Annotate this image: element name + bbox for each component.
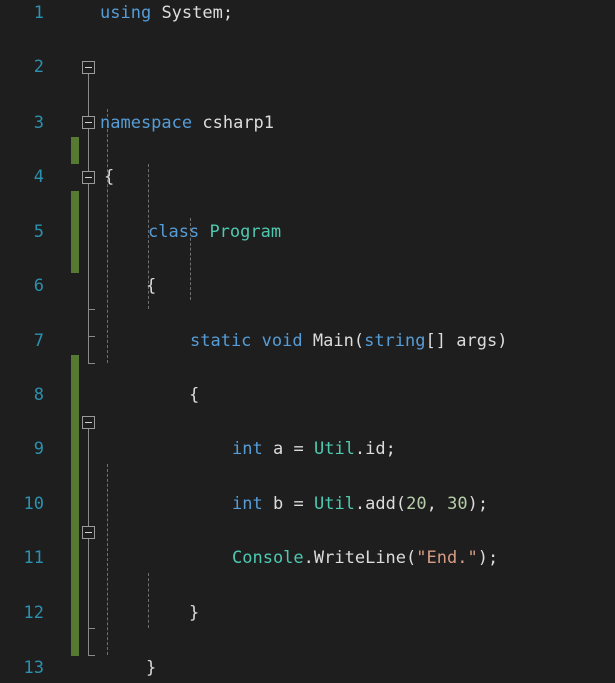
editor-line[interactable]: 11 Console.WriteLine("End.");: [0, 545, 615, 572]
token-paren-close: ): [477, 547, 488, 568]
line-content: Console.WriteLine("End.");: [232, 545, 498, 572]
token-dot: .: [303, 547, 314, 568]
token-number: 20: [406, 493, 427, 514]
editor-line[interactable]: 12 }: [0, 600, 615, 627]
token-identifier: csharp1: [202, 112, 275, 133]
editor-line[interactable]: 4 {: [0, 164, 615, 191]
editor-line[interactable]: 9 int a = Util.id;: [0, 436, 615, 463]
token-paren-open: (: [353, 330, 365, 351]
editor-line[interactable]: 6 {: [0, 273, 615, 300]
token-method-name: Main: [312, 330, 354, 351]
token-dot: .: [354, 493, 366, 514]
code-editor[interactable]: 1 using System; 2 3 namespace csharp1 4 …: [0, 0, 615, 683]
token-dot: .: [354, 439, 366, 460]
token-variable: a: [272, 439, 284, 460]
editor-line[interactable]: 8 {: [0, 382, 615, 409]
line-number: 7: [33, 330, 44, 351]
token-paren-close: ): [467, 493, 478, 514]
line-number: 2: [33, 57, 44, 78]
editor-line[interactable]: 3 namespace csharp1: [0, 110, 615, 137]
token-paren-open: (: [395, 493, 407, 514]
token-comma: ,: [426, 493, 437, 514]
token-keyword: class: [148, 222, 200, 243]
line-number: 5: [33, 222, 44, 243]
fold-end-tick-add-method: [88, 628, 95, 629]
token-keyword: int: [232, 493, 263, 514]
line-content: int a = Util.id;: [232, 436, 396, 463]
token-keyword: namespace: [100, 112, 193, 133]
line-number: 1: [33, 3, 44, 23]
token-member: add: [365, 493, 396, 514]
line-content: }: [146, 655, 156, 682]
token-paren-close: ): [497, 330, 508, 351]
token-punctuation: ;: [222, 3, 234, 23]
line-number: 9: [33, 439, 44, 460]
line-content: int b = Util.add(20, 30);: [232, 491, 488, 518]
token-number: 30: [447, 493, 468, 514]
editor-line[interactable]: 7 static void Main(string[] args): [0, 328, 615, 355]
token-punctuation: ;: [477, 493, 489, 514]
change-bar-line-6: [71, 137, 79, 164]
token-member: WriteLine: [313, 547, 407, 568]
line-content: class Program: [148, 219, 281, 246]
token-punctuation: ;: [487, 547, 499, 568]
token-paren-open: (: [406, 547, 417, 568]
token-brace: }: [189, 603, 200, 624]
token-identifier: System: [161, 3, 223, 23]
line-number: 11: [23, 547, 44, 568]
token-keyword: string: [364, 330, 426, 351]
fold-end-tick-namespace: [88, 363, 95, 364]
token-member: id: [365, 439, 386, 460]
token-brace: }: [146, 657, 157, 678]
line-content: {: [146, 273, 156, 300]
token-keyword: using: [100, 3, 152, 23]
line-content: static void Main(string[] args): [190, 328, 507, 355]
line-number: 12: [23, 603, 44, 624]
line-number: 3: [33, 112, 44, 133]
line-content: namespace csharp1: [100, 110, 274, 137]
token-brace: {: [189, 385, 200, 406]
line-number: 6: [33, 276, 44, 297]
token-brace: {: [146, 276, 157, 297]
line-content: {: [189, 382, 199, 409]
line-content: using System;: [100, 0, 233, 27]
editor-line[interactable]: 5 class Program: [0, 219, 615, 246]
line-content: }: [189, 600, 199, 627]
fold-end-tick-main-method: [88, 309, 95, 310]
token-keyword: static: [190, 330, 252, 351]
token-type: Console: [232, 547, 304, 568]
token-operator: =: [293, 493, 304, 514]
editor-line[interactable]: 2: [0, 54, 615, 81]
token-punctuation: ;: [385, 439, 396, 460]
editor-line[interactable]: 10 int b = Util.add(20, 30);: [0, 491, 615, 518]
token-type: Util: [313, 439, 355, 460]
token-variable: b: [272, 493, 284, 514]
line-number: 13: [23, 657, 44, 678]
editor-line[interactable]: 13 }: [0, 655, 615, 682]
token-keyword: int: [232, 439, 263, 460]
line-number: 8: [33, 385, 44, 406]
line-number: 10: [23, 493, 44, 514]
token-keyword: void: [261, 330, 303, 351]
token-string: "End.": [416, 547, 478, 568]
fold-toggle-line-16[interactable]: [82, 416, 95, 429]
editor-line[interactable]: 1 using System;: [0, 0, 615, 27]
line-content: {: [104, 164, 114, 191]
token-operator: =: [293, 439, 304, 460]
fold-toggle-line-20[interactable]: [82, 526, 95, 539]
line-number: 4: [33, 166, 44, 187]
token-brackets: []: [425, 330, 446, 351]
token-brace: {: [104, 166, 115, 187]
token-type: Program: [209, 222, 282, 243]
token-parameter: args: [456, 330, 498, 351]
token-type: Util: [313, 493, 355, 514]
